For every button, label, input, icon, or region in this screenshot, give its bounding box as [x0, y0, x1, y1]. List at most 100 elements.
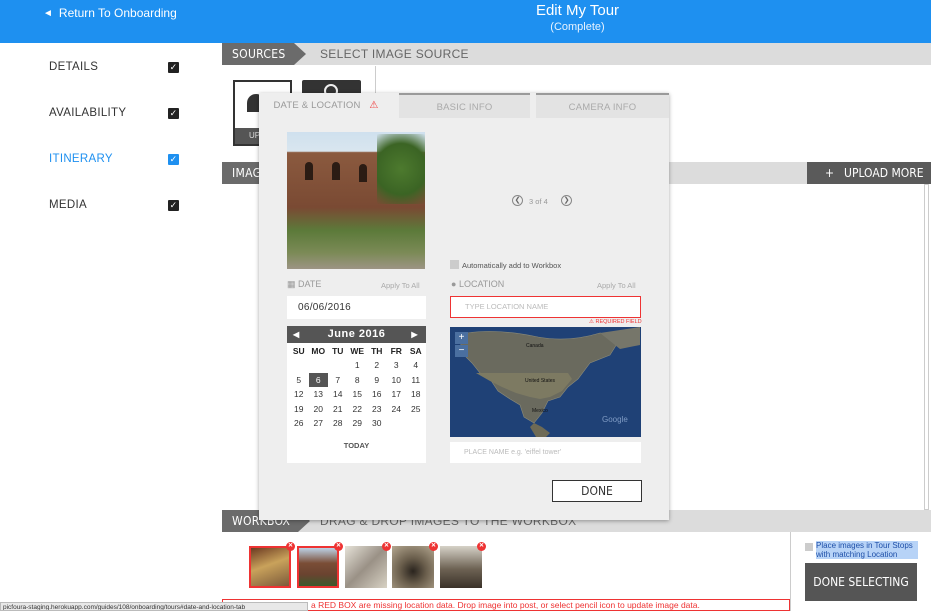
calendar-week: 19 20 21 22 23 24 25 [287, 402, 426, 416]
calendar-day[interactable]: 30 [367, 416, 387, 430]
calendar-day[interactable]: 5 [289, 373, 309, 387]
prev-image-icon[interactable]: ❮ [512, 195, 523, 206]
location-label: LOCATION [458, 279, 505, 289]
calendar-day[interactable]: 26 [289, 416, 309, 430]
weekday: FR [390, 346, 402, 356]
map-zoom-in-button[interactable]: + [455, 332, 468, 344]
sources-text: SELECT IMAGE SOURCE [320, 47, 469, 61]
map-pin-icon: ● [451, 279, 457, 289]
calendar-day[interactable]: 27 [309, 416, 329, 430]
weekday: WE [350, 346, 365, 356]
calendar-day[interactable]: 29 [348, 416, 368, 430]
images-scrollbar[interactable] [924, 184, 929, 510]
pager-text: 3 of 4 [529, 197, 548, 206]
calendar-day-selected[interactable]: 6 [308, 372, 328, 388]
notice-text: a RED BOX are missing location data. Dro… [311, 600, 700, 610]
remove-thumb-icon[interactable]: ✕ [286, 542, 295, 551]
done-selecting-button[interactable]: DONE SELECTING [805, 563, 917, 601]
calendar-day[interactable]: 7 [328, 373, 348, 387]
calendar-week: 12 13 14 15 16 17 18 [287, 387, 426, 401]
window-shape [305, 162, 313, 180]
calendar-day[interactable]: 12 [289, 387, 309, 401]
location-apply-all-link[interactable]: Apply To All [597, 281, 636, 290]
calendar-day[interactable]: 10 [387, 373, 407, 387]
remove-thumb-icon[interactable]: ✕ [334, 542, 343, 551]
calendar-day[interactable]: 15 [348, 387, 368, 401]
map-label-united-states: United States [525, 378, 556, 384]
location-input[interactable]: TYPE LOCATION NAME [450, 296, 641, 318]
map-watermark: Google [602, 415, 628, 424]
date-input[interactable]: 06/06/2016 [287, 296, 426, 319]
sidebar-item-details[interactable]: DETAILS ✓ [49, 61, 179, 73]
checkbox-checked-icon: ✓ [168, 199, 179, 211]
auto-add-checkbox[interactable] [450, 260, 459, 269]
workbox-thumb[interactable] [249, 546, 291, 588]
upload-more-button[interactable]: + UPLOAD MORE [807, 162, 931, 184]
calendar-day[interactable]: 2 [367, 358, 387, 372]
sidebar-item-label: MEDIA [49, 199, 87, 211]
calendar-day[interactable]: 17 [387, 387, 407, 401]
map-zoom-out-button[interactable]: − [455, 345, 468, 357]
page-subtitle: (Complete) [550, 21, 605, 33]
workbox-thumb[interactable] [345, 546, 387, 588]
next-image-icon[interactable]: ❯ [561, 195, 572, 206]
location-label-row: ● LOCATION [451, 279, 504, 289]
calendar-day[interactable]: 25 [406, 402, 426, 416]
sidebar-item-media[interactable]: MEDIA ✓ [49, 199, 179, 211]
sidebar-item-itinerary[interactable]: ITINERARY ✓ [49, 153, 179, 165]
calendar-day[interactable]: 18 [406, 387, 426, 401]
calendar-day[interactable]: 4 [406, 358, 426, 372]
tab-camera-info[interactable]: CAMERA INFO [536, 93, 669, 118]
plus-icon: + [825, 166, 835, 180]
calendar-day[interactable]: 1 [348, 358, 368, 372]
workbox-thumb[interactable] [392, 546, 434, 588]
weekday: MO [311, 346, 326, 356]
calendar-day [289, 358, 309, 372]
sidebar-item-availability[interactable]: AVAILABILITY ✓ [49, 107, 179, 119]
calendar-day [406, 416, 426, 430]
done-button[interactable]: DONE [552, 480, 642, 502]
calendar-week: 5 6 7 8 9 10 11 [287, 372, 426, 388]
sidebar-item-label: AVAILABILITY [49, 107, 127, 119]
calendar-day[interactable]: 3 [387, 358, 407, 372]
warning-icon: ⚠ [369, 100, 379, 111]
workbox-thumb[interactable] [297, 546, 339, 588]
calendar-day[interactable]: 16 [367, 387, 387, 401]
calendar-day[interactable]: 28 [328, 416, 348, 430]
window-shape [332, 162, 340, 180]
weekday: TU [332, 346, 344, 356]
calendar-week: 1 2 3 4 [287, 358, 426, 372]
location-placeholder: TYPE LOCATION NAME [465, 302, 549, 311]
date-label-row: ▦ DATE [287, 279, 321, 290]
remove-thumb-icon[interactable]: ✕ [429, 542, 438, 551]
next-month-icon[interactable]: ▶ [411, 326, 418, 343]
upload-more-label: UPLOAD MORE [844, 166, 924, 180]
calendar-day[interactable]: 9 [367, 373, 387, 387]
calendar-day[interactable]: 22 [348, 402, 368, 416]
tab-basic-info[interactable]: BASIC INFO [399, 93, 530, 118]
remove-thumb-icon[interactable]: ✕ [477, 542, 486, 551]
required-field-note: ⚠ REQUIRED FIELD [589, 319, 642, 325]
prev-month-icon[interactable]: ◀ [293, 326, 300, 343]
calendar-day[interactable]: 14 [328, 387, 348, 401]
place-name-input[interactable]: PLACE NAME e.g. 'eiffel tower' [450, 442, 641, 463]
calendar-day[interactable]: 23 [367, 402, 387, 416]
church-photo [287, 132, 425, 269]
date-apply-all-link[interactable]: Apply To All [381, 281, 420, 290]
remove-thumb-icon[interactable]: ✕ [382, 542, 391, 551]
calendar-day[interactable]: 13 [309, 387, 329, 401]
calendar-day[interactable]: 20 [309, 402, 329, 416]
calendar-day[interactable]: 19 [289, 402, 309, 416]
calendar-day[interactable]: 21 [328, 402, 348, 416]
window-shape [359, 164, 367, 182]
location-map[interactable]: Canada United States Mexico + − Google [450, 327, 641, 437]
today-button[interactable]: TODAY [287, 441, 426, 450]
calendar-day[interactable]: 8 [348, 373, 368, 387]
calendar-day[interactable]: 24 [387, 402, 407, 416]
checkbox-checked-icon: ✓ [168, 61, 179, 73]
place-images-checkbox[interactable] [805, 543, 813, 551]
calendar-day[interactable]: 11 [406, 373, 426, 387]
weekday: SA [409, 346, 422, 356]
workbox-thumb[interactable] [440, 546, 482, 588]
tab-date-location[interactable]: DATE & LOCATION ⚠ [259, 93, 393, 118]
